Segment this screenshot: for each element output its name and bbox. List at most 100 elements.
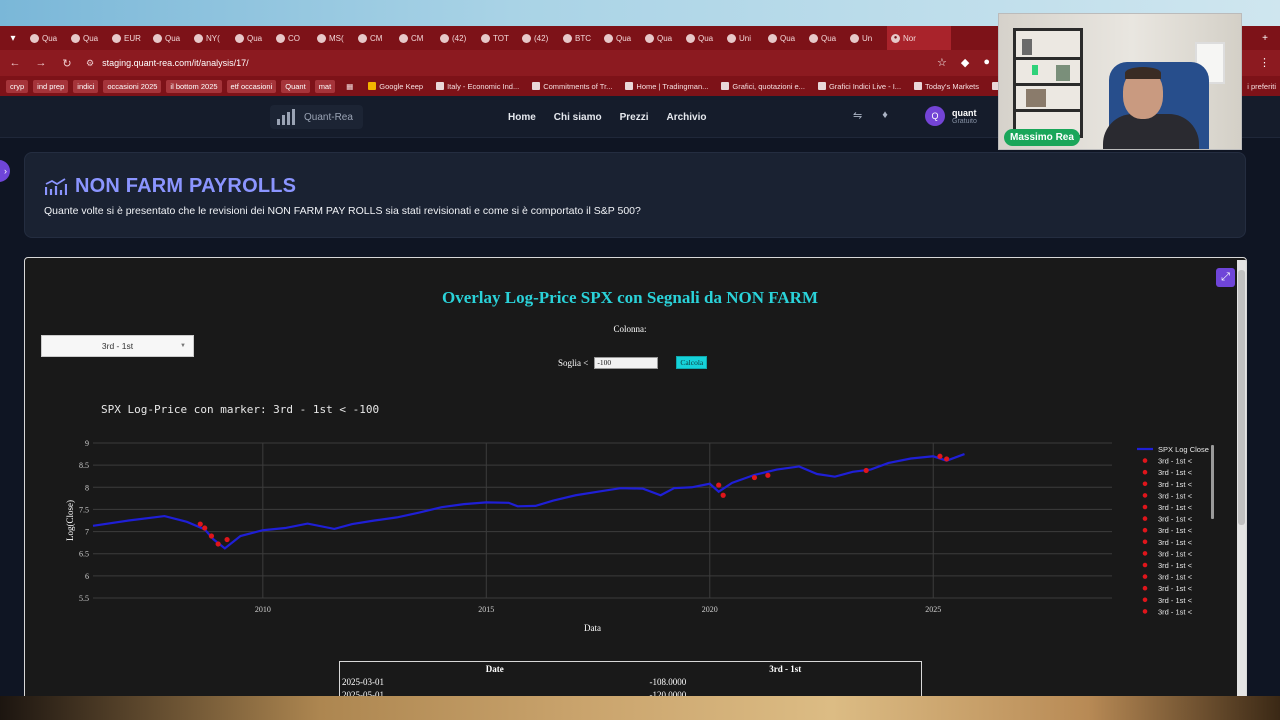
- threshold-input[interactable]: -100: [594, 356, 659, 369]
- tab-favicon-icon: [317, 33, 326, 43]
- bookmark-folder[interactable]: indici: [73, 79, 99, 93]
- panel-scrollbar[interactable]: [1237, 260, 1246, 720]
- y-tick-label: 9: [85, 439, 89, 448]
- tab-search-icon[interactable]: ▾: [0, 26, 26, 50]
- signal-marker: [751, 474, 758, 481]
- site-logo[interactable]: Quant-Rea: [270, 105, 363, 129]
- analysis-header-card: NON FARM PAYROLLS Quante volte si è pres…: [24, 152, 1246, 238]
- all-bookmarks-link[interactable]: i preferiti: [1243, 76, 1280, 96]
- tab[interactable]: Qua: [600, 26, 641, 50]
- tab[interactable]: Uni: [723, 26, 764, 50]
- profile-icon[interactable]: ●: [983, 56, 990, 69]
- tab[interactable]: Qua: [805, 26, 846, 50]
- fullscreen-icon[interactable]: ⤢: [1216, 268, 1235, 287]
- bookmark-link[interactable]: Commitments of Tr...: [528, 82, 616, 91]
- bookmark-link[interactable]: Grafici, quotazioni e...: [717, 82, 809, 91]
- tab[interactable]: Qua: [149, 26, 190, 50]
- tab[interactable]: (42): [436, 26, 477, 50]
- tab-label: Qua: [42, 33, 58, 43]
- tab[interactable]: EUR: [108, 26, 149, 50]
- bookmark-favicon-icon: [721, 82, 730, 90]
- tab[interactable]: Qua: [764, 26, 805, 50]
- tab[interactable]: Qua: [231, 26, 272, 50]
- bookmark-folder[interactable]: mat: [314, 79, 336, 93]
- analytics-icon: [45, 177, 67, 195]
- tab-favicon-icon: [71, 33, 80, 43]
- tab-favicon-icon: [194, 33, 203, 43]
- tab-favicon-icon: [768, 33, 777, 43]
- tab-favicon-icon: [440, 33, 449, 43]
- bookmark-link[interactable]: Today's Markets: [910, 82, 983, 91]
- tab-label: Qua: [247, 33, 263, 43]
- tab[interactable]: CM: [354, 26, 395, 50]
- tab-favicon-icon: [645, 33, 654, 43]
- user-menu[interactable]: Q quant Gratuito: [925, 106, 977, 126]
- column-select[interactable]: 3rd - 1st ▼: [41, 335, 194, 357]
- back-icon[interactable]: ←: [8, 57, 22, 69]
- tab[interactable]: NY(: [190, 26, 231, 50]
- tab[interactable]: Qua: [67, 26, 108, 50]
- column-select-value: 3rd - 1st: [101, 341, 134, 351]
- url-field[interactable]: ⚙ staging.quant-rea.com/it/analysis/17/: [86, 58, 249, 69]
- site-info-icon[interactable]: ⚙: [86, 58, 94, 69]
- signal-marker: [944, 456, 950, 462]
- bookmark-label: Google Keep: [379, 81, 424, 91]
- scrollbar-thumb[interactable]: [1238, 270, 1245, 525]
- reload-icon[interactable]: ↻: [60, 57, 74, 70]
- tab[interactable]: (42): [518, 26, 559, 50]
- translate-icon[interactable]: ⇋: [853, 109, 862, 122]
- apps-grid-icon[interactable]: ▦: [346, 82, 353, 91]
- sidebar-toggle-icon[interactable]: ›: [0, 160, 10, 182]
- table-row: 2025-03-01 -108.0000: [340, 676, 922, 689]
- tab[interactable]: Qua: [26, 26, 67, 50]
- bell-icon[interactable]: ♦: [882, 109, 888, 122]
- new-tab-icon[interactable]: +: [1262, 33, 1268, 44]
- y-tick-label: 6: [85, 572, 89, 581]
- legend-entry: 3rd - 1st <: [1158, 561, 1193, 570]
- calculate-button[interactable]: Calcola: [676, 356, 708, 369]
- bookmark-link[interactable]: Google Keep: [364, 82, 427, 91]
- bookmark-folder[interactable]: occasioni 2025: [103, 79, 162, 93]
- tab-active[interactable]: ● Nor: [887, 26, 951, 50]
- signal-marker: [224, 536, 230, 543]
- bookmark-link[interactable]: Grafici Indici Live - I...: [814, 82, 905, 91]
- tab[interactable]: Qua: [641, 26, 682, 50]
- legend-entry: 3rd - 1st <: [1158, 596, 1193, 605]
- tab[interactable]: CM: [395, 26, 436, 50]
- bookmark-folder[interactable]: ind prep: [33, 79, 69, 93]
- tab-favicon-icon: [563, 33, 572, 43]
- address-bar-actions: ☆ ◆ ●: [937, 56, 990, 69]
- bookmark-link[interactable]: Italy - Economic Ind...: [432, 82, 523, 91]
- user-name: quant: [952, 107, 977, 118]
- tab-favicon-icon: [276, 33, 285, 43]
- bookmark-folder[interactable]: Quant: [281, 79, 310, 93]
- menu-prezzi[interactable]: Prezzi: [620, 112, 649, 123]
- chevron-down-icon: ▼: [180, 343, 186, 349]
- menu-archivio[interactable]: Archivio: [667, 112, 707, 123]
- bookmark-folder[interactable]: il bottom 2025: [166, 79, 222, 93]
- forward-icon[interactable]: →: [34, 57, 48, 69]
- tab[interactable]: BTC: [559, 26, 600, 50]
- tab[interactable]: Un: [846, 26, 887, 50]
- signal-marker: [215, 541, 221, 547]
- bookmark-label: Grafici Indici Live - I...: [828, 81, 902, 91]
- bookmark-folder[interactable]: etf occasioni: [226, 79, 277, 93]
- tab[interactable]: CO: [272, 26, 313, 50]
- tab-label: BTC: [575, 33, 591, 43]
- bookmark-folder[interactable]: cryp: [6, 79, 29, 93]
- person-body: [1103, 114, 1199, 149]
- legend-marker-swatch: [1142, 527, 1148, 533]
- tab-label: MS(: [329, 33, 344, 43]
- menu-home[interactable]: Home: [508, 112, 536, 123]
- extension-icon[interactable]: ◆: [961, 56, 969, 69]
- bookmark-star-icon[interactable]: ☆: [937, 56, 947, 69]
- bookmark-favicon-icon: [914, 82, 923, 90]
- tab[interactable]: TOT: [477, 26, 518, 50]
- url-text: staging.quant-rea.com/it/analysis/17/: [102, 58, 249, 68]
- menu-chi-siamo[interactable]: Chi siamo: [554, 112, 602, 123]
- browser-menu-icon[interactable]: ⋮: [1259, 56, 1270, 69]
- tab[interactable]: MS(: [313, 26, 354, 50]
- tab[interactable]: Qua: [682, 26, 723, 50]
- tab-label: TOT: [493, 33, 509, 43]
- bookmark-link[interactable]: Home | Tradingman...: [621, 82, 712, 91]
